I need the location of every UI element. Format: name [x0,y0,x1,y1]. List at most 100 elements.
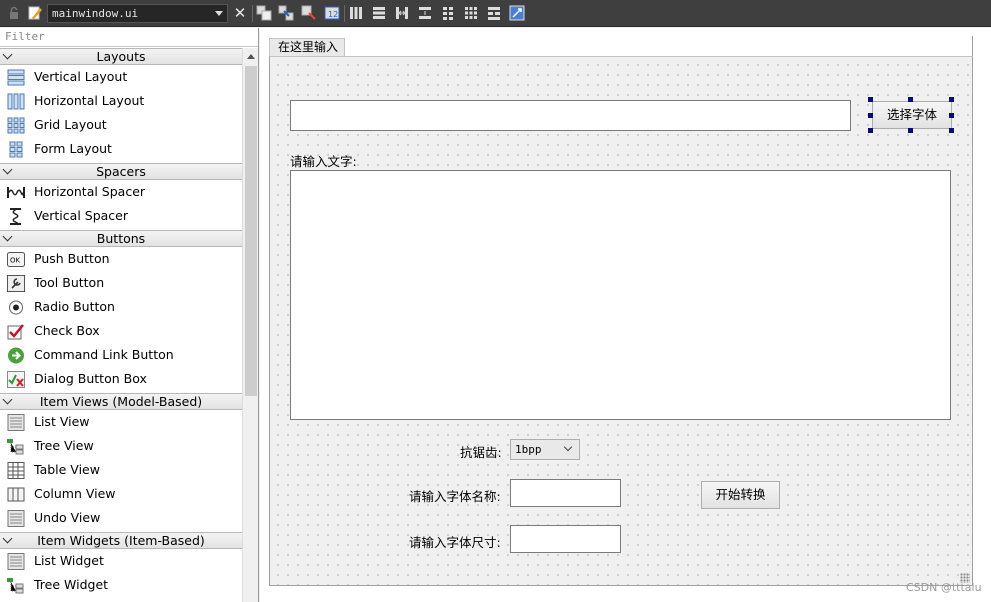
check-box-icon [7,324,24,340]
widget-item-label: List View [34,414,90,429]
selection-handle[interactable] [949,113,954,118]
category-buttons[interactable]: Buttons [0,230,242,247]
layout-horizontal-splitter-icon[interactable] [394,5,410,21]
widget-item-list-widget[interactable]: List Widget [0,549,242,573]
file-selector[interactable]: mainwindow.ui [47,4,228,23]
adjust-size-icon[interactable] [509,5,525,21]
widget-item-list-view[interactable]: List View [0,410,242,434]
antialias-value: 1bpp [515,443,542,456]
font-name-input[interactable] [510,479,621,507]
layout-form-icon[interactable] [440,5,456,21]
widget-item-label: Undo View [34,510,101,525]
chevron-down-icon [2,164,13,175]
form-layout-icon [9,141,23,158]
horizontal-spacer-icon [7,187,25,198]
widget-item-tool-button[interactable]: Tool Button [0,271,242,295]
lock-icon[interactable] [6,5,22,21]
widget-item-column-view[interactable]: Column View [0,482,242,506]
widget-list: Layouts Vertical Layout Horizontal Layou… [0,48,242,602]
category-item-widgets[interactable]: Item Widgets (Item-Based) [0,532,242,549]
widget-item-undo-view[interactable]: Undo View [0,506,242,530]
form-canvas[interactable]: 选择字体 请输入文字: 抗锯齿: 1bpp 请输入字体名称: 开始转换 请输入字… [269,56,973,586]
grid-layout-icon [7,117,25,134]
signal-slot-editor-icon[interactable] [278,5,294,21]
chevron-down-icon [215,11,223,16]
buddy-editor-icon[interactable] [301,5,317,21]
selection-handle[interactable] [908,128,913,133]
filter-input[interactable]: Filter [0,28,258,47]
widget-item-label: Grid Layout [34,117,107,132]
command-link-icon [8,347,24,364]
list-view-icon [7,414,25,431]
category-layouts[interactable]: Layouts [0,48,242,65]
widget-item-label: Horizontal Spacer [34,184,146,199]
toolbar-separator [252,5,253,22]
widget-item-dialog-button-box[interactable]: Dialog Button Box [0,367,242,391]
layout-vertical-icon[interactable] [371,5,387,21]
column-view-icon [7,487,25,502]
widget-item-label: Vertical Spacer [34,208,128,223]
radio-button-icon [9,300,23,315]
toolbar-separator [344,5,345,22]
scroll-up-arrow-icon[interactable] [247,54,255,59]
widget-box-scrollbar[interactable] [242,48,258,602]
horizontal-layout-icon [7,93,25,110]
close-icon[interactable]: ✕ [232,4,248,22]
selection-handle[interactable] [868,113,873,118]
widget-item-horizontal-spacer[interactable]: Horizontal Spacer [0,180,242,204]
widget-item-radio-button[interactable]: Radio Button [0,295,242,319]
widget-item-tree-view[interactable]: Tree View [0,434,242,458]
antialias-label: 抗锯齿: [460,445,502,460]
selection-handle[interactable] [868,97,873,102]
select-font-button[interactable]: 选择字体 [872,101,952,129]
text-edit[interactable] [290,170,951,420]
vertical-layout-icon [7,69,25,86]
widget-item-push-button[interactable]: OK Push Button [0,247,242,271]
start-convert-button[interactable]: 开始转换 [701,481,780,509]
tree-view-icon [7,439,24,455]
widget-item-label: Tree View [34,438,94,453]
font-size-input[interactable] [510,525,621,553]
tab-order-editor-icon[interactable]: 12 [324,5,340,21]
widget-item-vertical-spacer[interactable]: Vertical Spacer [0,204,242,228]
antialias-combo[interactable]: 1bpp [510,439,580,460]
font-path-line-edit[interactable] [290,100,851,131]
widget-item-horizontal-layout[interactable]: Horizontal Layout [0,89,242,113]
selection-handle[interactable] [949,128,954,133]
selection-handle[interactable] [949,97,954,102]
chevron-down-icon [563,442,573,452]
break-layout-icon[interactable] [486,5,502,21]
widget-item-tree-widget[interactable]: Tree Widget [0,573,242,597]
watermark: CSDN @tttalu [906,581,982,594]
widget-item-label: Push Button [34,251,110,266]
widget-editor-icon[interactable] [256,5,272,21]
widget-item-label: Tree Widget [34,577,109,592]
widget-item-label: Form Layout [34,141,112,156]
category-spacers[interactable]: Spacers [0,163,242,180]
selection-handle[interactable] [868,128,873,133]
text-input-label: 请输入文字: [290,154,357,169]
widget-item-command-link-button[interactable]: Command Link Button [0,343,242,367]
tab-form-title[interactable]: 在这里输入 [269,38,345,56]
layout-vertical-splitter-icon[interactable] [417,5,433,21]
category-title: Buttons [96,231,146,246]
widget-item-check-box[interactable]: Check Box [0,319,242,343]
tool-button-icon [7,275,25,292]
category-title: Layouts [96,49,146,64]
widget-item-table-view[interactable]: Table View [0,458,242,482]
edit-icon[interactable] [27,5,43,21]
list-widget-icon [7,553,25,570]
widget-item-grid-layout[interactable]: Grid Layout [0,113,242,137]
widget-item-label: Vertical Layout [34,69,128,84]
undo-view-icon [7,510,25,527]
scrollbar-thumb[interactable] [245,66,257,396]
category-item-views[interactable]: Item Views (Model-Based) [0,393,242,410]
chevron-down-icon [2,533,13,544]
layout-grid-icon[interactable] [463,5,479,21]
category-title: Item Widgets (Item-Based) [37,533,205,548]
category-title: Spacers [96,164,146,179]
layout-horizontal-icon[interactable] [348,5,364,21]
widget-item-vertical-layout[interactable]: Vertical Layout [0,65,242,89]
selection-handle[interactable] [908,97,913,102]
widget-item-form-layout[interactable]: Form Layout [0,137,242,161]
